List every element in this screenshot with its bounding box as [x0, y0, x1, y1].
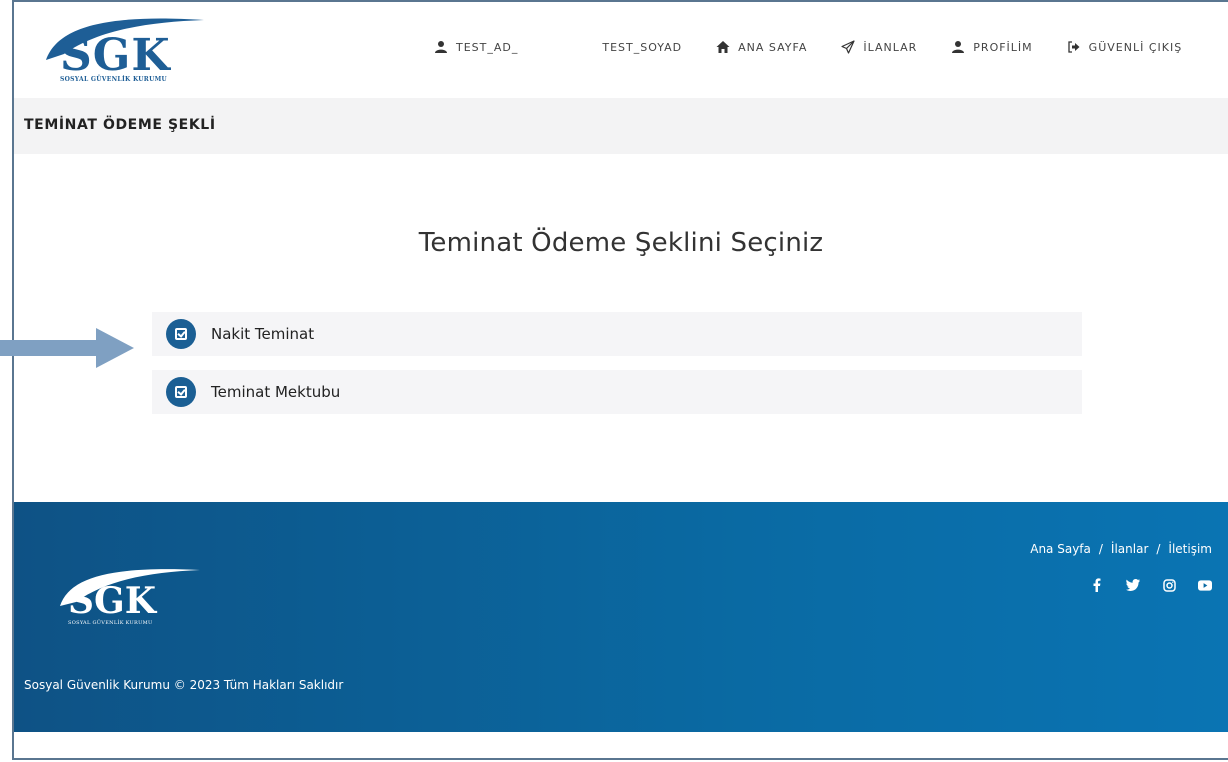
- footer-links: Ana Sayfa / İlanlar / İletişim: [1030, 542, 1212, 556]
- home-icon: [716, 41, 730, 53]
- nav-logout-label: GÜVENLİ ÇIKIŞ: [1088, 40, 1183, 54]
- nav-home[interactable]: ANA SAYFA: [716, 40, 807, 54]
- footer-link-separator: /: [1156, 542, 1161, 556]
- annotation-arrow-shaft: [0, 340, 100, 356]
- sgk-logo[interactable]: SGK SOSYAL GÜVENLİK KURUMU: [38, 8, 208, 88]
- nav-user-first: TEST_AD_: [456, 40, 519, 54]
- screen-edge: [0, 0, 12, 762]
- section-title-bar: TEMİNAT ÖDEME ŞEKLİ: [14, 98, 1228, 154]
- logo-subtitle: SOSYAL GÜVENLİK KURUMU: [60, 76, 168, 83]
- nav-user-name[interactable]: TEST_AD_: [434, 40, 518, 54]
- footer-logo-text: SGK: [68, 580, 157, 622]
- nav-profile[interactable]: PROFİLİM: [951, 40, 1032, 54]
- nav-listings-label: İLANLAR: [863, 40, 918, 54]
- footer-copyright: Sosyal Güvenlik Kurumu © 2023 Tüm Haklar…: [24, 678, 344, 692]
- logo-text: SGK: [60, 30, 171, 81]
- nav-user-last-label: TEST_SOYAD: [602, 40, 683, 54]
- option-label: Nakit Teminat: [211, 325, 315, 343]
- footer-link-contact[interactable]: İletişim: [1168, 542, 1212, 556]
- option-teminat-mektubu[interactable]: Teminat Mektubu: [152, 370, 1082, 414]
- nav-listings[interactable]: İLANLAR: [841, 40, 917, 54]
- footer-logo-subtitle: SOSYAL GÜVENLİK KURUMU: [68, 620, 153, 626]
- instagram-icon[interactable]: [1162, 578, 1176, 592]
- twitter-icon[interactable]: [1126, 578, 1140, 592]
- user-icon: [435, 41, 447, 53]
- sign-out-icon: [1068, 41, 1080, 53]
- paper-plane-icon: [841, 40, 855, 54]
- nav-home-label: ANA SAYFA: [738, 40, 808, 54]
- site-footer: SGK SOSYAL GÜVENLİK KURUMU Ana Sayfa / İ…: [14, 502, 1228, 732]
- annotation-arrow-icon: [96, 328, 134, 368]
- option-label: Teminat Mektubu: [211, 383, 341, 401]
- browser-frame: SGK SOSYAL GÜVENLİK KURUMU TEST_AD_ TEST…: [12, 0, 1228, 760]
- section-title: TEMİNAT ÖDEME ŞEKLİ: [24, 117, 216, 133]
- footer-link-separator: /: [1098, 542, 1103, 556]
- main-nav: TEST_AD_ TEST_SOYAD ANA SAYFA İLANLAR PR…: [434, 37, 1182, 57]
- footer-link-listings[interactable]: İlanlar: [1111, 542, 1148, 556]
- footer-sgk-logo[interactable]: SGK SOSYAL GÜVENLİK KURUMU: [54, 562, 204, 632]
- footer-link-home[interactable]: Ana Sayfa: [1030, 542, 1091, 556]
- option-nakit-teminat[interactable]: Nakit Teminat: [152, 312, 1082, 356]
- site-header: SGK SOSYAL GÜVENLİK KURUMU TEST_AD_ TEST…: [14, 2, 1228, 98]
- nav-logout[interactable]: GÜVENLİ ÇIKIŞ: [1067, 40, 1183, 54]
- nav-user-last[interactable]: TEST_SOYAD: [602, 41, 682, 54]
- user-icon: [952, 41, 965, 53]
- footer-social: [1068, 578, 1212, 592]
- page-heading: Teminat Ödeme Şeklini Seçiniz: [418, 228, 824, 258]
- nav-profile-label: PROFİLİM: [973, 40, 1033, 54]
- check-square-icon: [166, 377, 196, 407]
- check-square-icon: [166, 319, 196, 349]
- youtube-icon[interactable]: [1198, 578, 1212, 592]
- facebook-icon[interactable]: [1090, 578, 1104, 592]
